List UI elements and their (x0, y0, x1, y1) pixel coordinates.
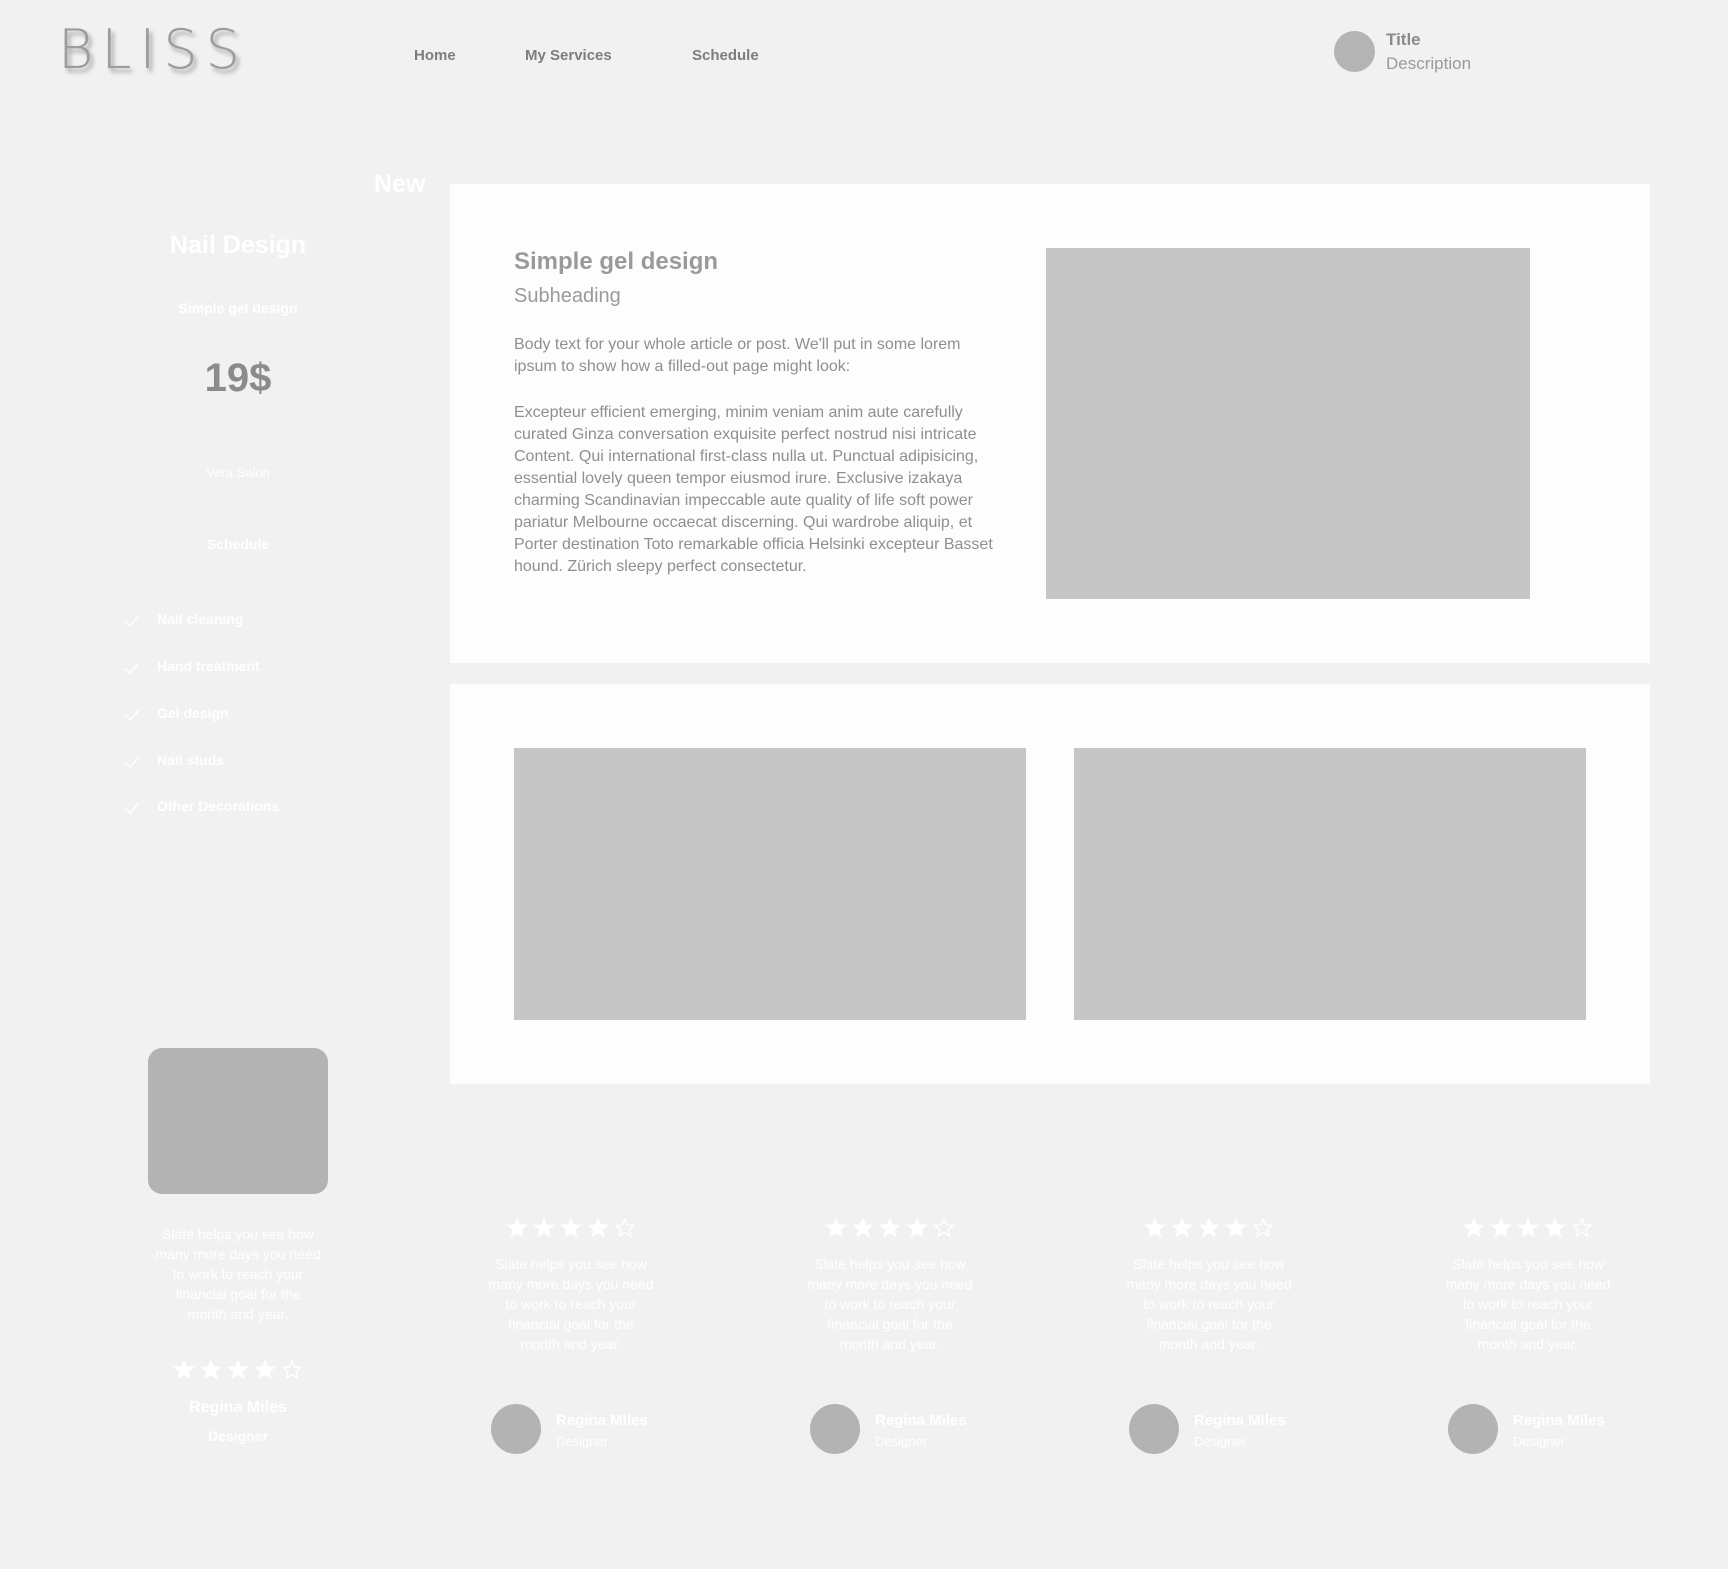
check-icon (124, 802, 140, 815)
gallery-image (1074, 748, 1586, 1020)
star-filled-icon (534, 1218, 554, 1238)
star-filled-icon (255, 1360, 275, 1380)
service-heading: Nail Design (169, 231, 307, 259)
check-icon (124, 615, 140, 628)
reviewer-role: Designer (1194, 1434, 1247, 1449)
rating-stars (174, 1360, 302, 1380)
reviewer-avatar (491, 1404, 541, 1454)
star-filled-icon (201, 1360, 221, 1380)
testimonial-image (148, 1048, 328, 1194)
star-empty-icon (1253, 1218, 1273, 1238)
star-filled-icon (1491, 1218, 1511, 1238)
salon-name: Vera Salon (206, 465, 270, 480)
nav-home[interactable]: Home (414, 47, 456, 64)
article-body: Excepteur efficient emerging, minim veni… (514, 404, 993, 575)
review-text: Slate helps you see how many more days y… (807, 1256, 973, 1352)
reviewer-name: Regina Miles (1513, 1412, 1605, 1429)
article-image (1046, 248, 1530, 599)
feature-label: Other Decorations (157, 798, 280, 814)
check-icon (124, 709, 140, 722)
schedule-link[interactable]: Schedule (100, 536, 376, 552)
feature-label: Nail studs (157, 752, 224, 768)
star-filled-icon (1199, 1218, 1219, 1238)
reviewer-name: Regina Miles (556, 1412, 648, 1429)
star-empty-icon (282, 1360, 302, 1380)
star-empty-icon (934, 1218, 954, 1238)
logo[interactable]: BLISS (58, 18, 248, 81)
star-filled-icon (907, 1218, 927, 1238)
reviewer-avatar (1129, 1404, 1179, 1454)
reviewer-avatar (1448, 1404, 1498, 1454)
star-empty-icon (1572, 1218, 1592, 1238)
star-filled-icon (507, 1218, 527, 1238)
star-filled-icon (561, 1218, 581, 1238)
testimonial-name: Regina Miles (189, 1399, 287, 1416)
star-filled-icon (1226, 1218, 1246, 1238)
article-intro: Body text for your whole article or post… (514, 336, 961, 375)
star-filled-icon (1518, 1218, 1538, 1238)
reviewer-role: Designer (875, 1434, 928, 1449)
star-filled-icon (1545, 1218, 1565, 1238)
star-filled-icon (1172, 1218, 1192, 1238)
reviewer-role: Designer (1513, 1434, 1566, 1449)
check-icon (124, 662, 140, 675)
review-text: Slate helps you see how many more days y… (1126, 1256, 1292, 1352)
user-avatar[interactable] (1334, 31, 1375, 72)
rating-stars (507, 1218, 635, 1238)
service-name: Simple gel design (178, 300, 298, 316)
check-icon (124, 756, 140, 769)
star-filled-icon (880, 1218, 900, 1238)
review-text: Slate helps you see how many more days y… (488, 1256, 654, 1352)
review-text: Slate helps you see how many more days y… (1445, 1256, 1611, 1352)
testimonial-text: Slate helps you see how many more days y… (155, 1226, 321, 1322)
reviewer-avatar (810, 1404, 860, 1454)
reviewer-name: Regina Miles (1194, 1412, 1286, 1429)
rating-stars (1464, 1218, 1592, 1238)
star-filled-icon (1464, 1218, 1484, 1238)
star-filled-icon (174, 1360, 194, 1380)
user-description: Description (1386, 54, 1472, 73)
rating-stars (1145, 1218, 1273, 1238)
rating-stars (826, 1218, 954, 1238)
star-filled-icon (853, 1218, 873, 1238)
reviewer-role: Designer (556, 1434, 609, 1449)
feature-label: Nail cleaning (157, 611, 244, 627)
feature-label: Gel design (157, 705, 229, 721)
article-subheading: Subheading (514, 285, 621, 307)
star-filled-icon (588, 1218, 608, 1238)
nav-my-services[interactable]: My Services (525, 47, 612, 64)
new-badge: New (374, 170, 426, 198)
user-title: Title (1386, 30, 1421, 49)
service-price: 19$ (204, 356, 272, 400)
star-filled-icon (1145, 1218, 1165, 1238)
star-filled-icon (228, 1360, 248, 1380)
star-empty-icon (615, 1218, 635, 1238)
testimonial-role: Designer (208, 1428, 268, 1444)
feature-label: Hand treatment (157, 658, 260, 674)
nav-schedule[interactable]: Schedule (692, 47, 759, 64)
star-filled-icon (826, 1218, 846, 1238)
article-title: Simple gel design (514, 248, 719, 275)
gallery-image (514, 748, 1026, 1020)
reviewer-name: Regina Miles (875, 1412, 967, 1429)
